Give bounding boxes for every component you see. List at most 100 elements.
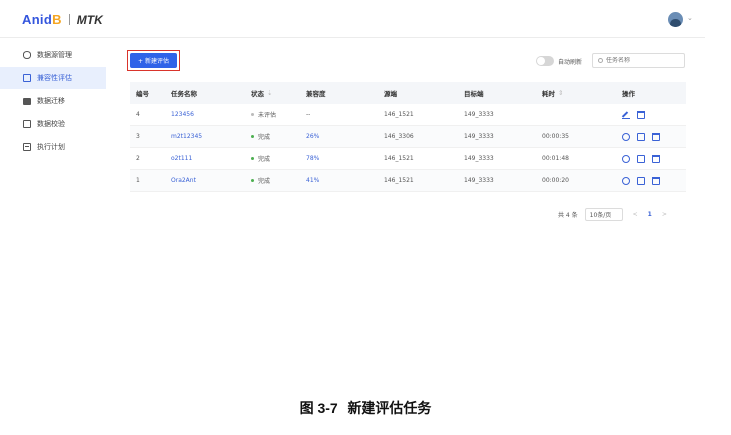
document-icon: [23, 74, 31, 82]
cell-source: 146_1521: [384, 177, 414, 184]
status-dot: [251, 157, 254, 160]
page-size-select[interactable]: 10条/页: [584, 208, 623, 221]
sidebar-item-datasource[interactable]: 数据源管理: [0, 44, 106, 66]
figure-title: 新建评估任务: [347, 401, 432, 417]
col-name: 任务名称: [171, 90, 197, 98]
status-text: 未评估: [258, 112, 277, 119]
pagination: 共 4 条 10条/页 < 1 >: [558, 208, 667, 221]
replay-icon[interactable]: [622, 132, 630, 141]
search-box[interactable]: [592, 53, 685, 68]
task-name-link[interactable]: o2t111: [171, 148, 251, 169]
task-name-link[interactable]: m2t12345: [171, 126, 251, 147]
sidebar-item-migration[interactable]: 数据迁移: [0, 90, 106, 112]
new-assessment-button[interactable]: + 新建评估: [130, 53, 177, 68]
auto-refresh-toggle[interactable]: [536, 56, 554, 66]
next-page-button[interactable]: >: [662, 211, 667, 218]
col-source: 源端: [384, 90, 397, 98]
compat-link[interactable]: 78%: [306, 148, 384, 169]
sidebar-item-label: 数据迁移: [37, 97, 65, 105]
delete-icon[interactable]: [637, 110, 645, 119]
table-header: 编号 任务名称 状态 ⇣ 兼容度 源端 目标端 耗时 ⇕ 操作: [130, 82, 686, 104]
cell-source: 146_1521: [384, 155, 414, 162]
logo-brand: AnidB: [22, 12, 62, 27]
cell-id: 1: [136, 177, 140, 184]
col-duration-label: 耗时: [542, 90, 555, 98]
col-duration[interactable]: 耗时 ⇕: [542, 82, 622, 104]
cell-status: 完成: [251, 148, 306, 169]
page-size-value: 10条/页: [589, 212, 612, 219]
cell-status: 未评估: [251, 104, 306, 125]
cell-duration: [542, 104, 622, 125]
search-icon: [598, 58, 603, 63]
compat-link[interactable]: 41%: [306, 170, 384, 191]
report-icon[interactable]: [637, 176, 645, 185]
status-dot: [251, 135, 254, 138]
current-page[interactable]: 1: [648, 211, 652, 218]
report-icon[interactable]: [637, 154, 645, 163]
cell-id: 3: [136, 133, 140, 140]
compat-link[interactable]: 26%: [306, 126, 384, 147]
sidebar-item-label: 数据源管理: [37, 51, 72, 59]
cell-ops: [622, 126, 686, 147]
sort-icon[interactable]: ⇕: [558, 89, 563, 97]
logo-separator: [68, 14, 70, 25]
pagination-total: 共 4 条: [558, 212, 578, 219]
status-dot: [251, 179, 254, 182]
delete-icon[interactable]: [652, 154, 660, 163]
table-row: 2 o2t111 完成 78% 146_1521 149_3333 00:01:…: [130, 148, 686, 170]
status-text: 完成: [258, 178, 271, 185]
check-icon: [23, 120, 31, 128]
user-avatar[interactable]: [668, 12, 683, 27]
cell-duration: 00:01:48: [542, 155, 569, 162]
task-name-link[interactable]: 123456: [171, 104, 251, 125]
sidebar-item-label: 执行计划: [37, 143, 65, 151]
col-ops: 操作: [622, 90, 635, 98]
figure-number: 图 3-7: [299, 400, 338, 416]
folder-icon: [23, 97, 31, 105]
cell-duration: 00:00:20: [542, 177, 569, 184]
cell-status: 完成: [251, 126, 306, 147]
calendar-icon: [23, 143, 31, 151]
search-input[interactable]: [606, 57, 676, 64]
cell-target: 149_3333: [464, 155, 494, 162]
sidebar-item-label: 兼容性评估: [37, 74, 72, 82]
delete-icon[interactable]: [652, 176, 660, 185]
database-icon: [23, 51, 31, 59]
task-table: 编号 任务名称 状态 ⇣ 兼容度 源端 目标端 耗时 ⇕ 操作 4 123456 未…: [130, 82, 686, 192]
col-status[interactable]: 状态 ⇣: [251, 82, 306, 104]
chevron-down-icon[interactable]: ⌄: [687, 14, 693, 22]
col-target: 目标端: [464, 90, 484, 98]
table-row: 3 m2t12345 完成 26% 146_3306 149_3333 00:0…: [130, 126, 686, 148]
col-id: 编号: [136, 90, 149, 98]
cell-ops: [622, 104, 686, 125]
status-text: 完成: [258, 134, 271, 141]
filter-icon[interactable]: ⇣: [267, 89, 272, 97]
cell-target: 149_3333: [464, 111, 494, 118]
replay-icon[interactable]: [622, 154, 630, 163]
status-dot: [251, 113, 254, 116]
sidebar-item-compat-assessment[interactable]: 兼容性评估: [0, 67, 106, 89]
sidebar-item-verification[interactable]: 数据校验: [0, 113, 106, 135]
col-status-label: 状态: [251, 90, 264, 98]
cell-ops: [622, 170, 686, 191]
delete-icon[interactable]: [652, 132, 660, 141]
sidebar: 数据源管理 兼容性评估 数据迁移 数据校验 执行计划: [0, 44, 106, 159]
replay-icon[interactable]: [622, 176, 630, 185]
edit-icon[interactable]: [622, 111, 630, 119]
col-compat: 兼容度: [306, 90, 326, 98]
cell-id: 2: [136, 155, 140, 162]
cell-compat: --: [306, 111, 311, 118]
cell-source: 146_3306: [384, 133, 414, 140]
cell-target: 149_3333: [464, 177, 494, 184]
sidebar-item-schedule[interactable]: 执行计划: [0, 136, 106, 158]
logo-product: MTK: [76, 12, 103, 27]
logo[interactable]: AnidB MTK: [22, 12, 103, 27]
report-icon[interactable]: [637, 132, 645, 141]
figure-caption: 图 3-7 新建评估任务: [0, 398, 731, 418]
cell-ops: [622, 148, 686, 169]
task-name-link[interactable]: Ora2Ant: [171, 170, 251, 191]
cell-duration: 00:00:35: [542, 133, 569, 140]
cell-id: 4: [136, 111, 140, 118]
top-bar: AnidB MTK ⌄: [0, 0, 705, 38]
prev-page-button[interactable]: <: [633, 211, 638, 218]
